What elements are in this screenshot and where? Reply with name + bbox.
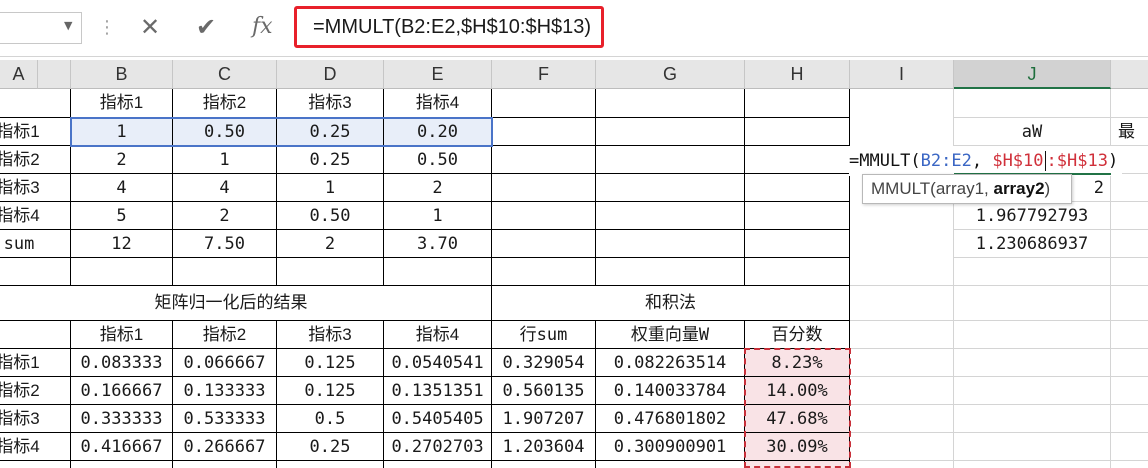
aw-value[interactable]: 1.230686937 [954, 230, 1110, 258]
table2-cell-percent[interactable]: 14.00% [745, 377, 849, 405]
edit-ref-h13[interactable]: :$H$13 [1047, 151, 1108, 171]
table1-cell[interactable]: 0.50 [277, 202, 383, 230]
table2-cell[interactable]: 0.266667 [173, 433, 276, 461]
table1-cell[interactable]: 2 [384, 174, 491, 202]
table1-cell[interactable]: 0.20 [384, 118, 491, 146]
table1-cell[interactable]: 2 [173, 202, 276, 230]
table2-cell[interactable]: 0.476801802 [596, 405, 744, 433]
table1-header[interactable]: 指标1 [71, 89, 172, 117]
aw-value[interactable]: 1.967792793 [954, 202, 1110, 230]
edit-close: ) [1107, 151, 1119, 171]
insert-function-icon[interactable]: fx [252, 12, 273, 42]
edit-sep: , [971, 151, 993, 171]
table2-cell[interactable]: 0.333333 [71, 405, 172, 433]
table2-header[interactable]: 行sum [492, 321, 595, 349]
section-title-sum-product[interactable]: 和积法 [492, 289, 849, 317]
tooltip-arg-bold[interactable]: array2 [993, 179, 1044, 198]
table2-cell[interactable]: 0.083333 [71, 349, 172, 377]
table1-cell[interactable]: 2 [71, 146, 172, 174]
table2-cell[interactable]: 0.066667 [173, 349, 276, 377]
table1-cell[interactable]: 1 [71, 118, 172, 146]
table2-cell[interactable]: 0.125 [277, 349, 383, 377]
table1-header[interactable]: 指标2 [173, 89, 276, 117]
table1-cell[interactable]: 1 [277, 174, 383, 202]
table2-cell[interactable]: 0.533333 [173, 405, 276, 433]
table2-cell[interactable]: 0.25 [277, 433, 383, 461]
table2-header[interactable]: 指标4 [384, 321, 491, 349]
table2-cell[interactable]: 0.166667 [71, 377, 172, 405]
table2-cell[interactable]: 0.5405405 [384, 405, 491, 433]
close-icon[interactable]: ✕ [140, 12, 160, 42]
edit-ref-b2-e2[interactable]: B2:E2 [921, 151, 972, 171]
table2-cell[interactable]: 0.140033784 [596, 377, 744, 405]
table2-cell[interactable]: 0.300900901 [596, 433, 744, 461]
aw-header[interactable]: aW [954, 118, 1110, 146]
table1-row-label[interactable]: sum [0, 230, 38, 258]
table2-row-label[interactable]: 指标2 [0, 377, 44, 405]
table2-cell[interactable]: 0.0540541 [384, 349, 491, 377]
table1-cell[interactable]: 4 [173, 174, 276, 202]
edit-formula-prefix: =MMULT( [849, 151, 921, 171]
table2-row-label[interactable]: 指标3 [0, 405, 44, 433]
table2-cell[interactable]: 0.082263514 [596, 349, 744, 377]
table1-cell[interactable]: 2 [277, 230, 383, 258]
table2-header[interactable]: 权重向量W [596, 321, 744, 349]
table2-row-label[interactable]: 指标1 [0, 349, 44, 377]
table2-cell[interactable]: 0.5 [277, 405, 383, 433]
table1-cell[interactable]: 3.70 [384, 230, 491, 258]
table2-cell[interactable]: 0.2702703 [384, 433, 491, 461]
table1-row-label[interactable]: 指标1 [0, 118, 44, 146]
table1-cell[interactable]: 0.25 [277, 118, 383, 146]
table2-header[interactable]: 百分数 [745, 321, 849, 349]
table2-header[interactable]: 指标3 [277, 321, 383, 349]
table2-cell[interactable]: 0.329054 [492, 349, 595, 377]
table2-cell[interactable]: 1.907207 [492, 405, 595, 433]
cell-edit-formula[interactable]: =MMULT(B2:E2, $H$10:$H$13) [849, 146, 1123, 176]
table1-cell[interactable]: 7.50 [173, 230, 276, 258]
name-box-dropdown-icon[interactable]: ▼ [64, 19, 72, 32]
table1-cell[interactable]: 1 [384, 202, 491, 230]
table2-header[interactable]: 指标2 [173, 321, 276, 349]
table2-row-label[interactable]: 指标4 [0, 433, 44, 461]
section-title-normalized[interactable]: 矩阵归一化后的结果 [71, 289, 391, 317]
table1-cell[interactable]: 12 [71, 230, 172, 258]
formula-input[interactable]: =MMULT(B2:E2,$H$10:$H$13) [294, 6, 604, 48]
table1-cell[interactable]: 0.25 [277, 146, 383, 174]
table1-header[interactable]: 指标4 [384, 89, 491, 117]
table2-cell[interactable]: 0.560135 [492, 377, 595, 405]
table1-header[interactable]: 指标3 [277, 89, 383, 117]
table1-cell[interactable]: 4 [71, 174, 172, 202]
table2-cell-percent[interactable]: 30.09% [745, 433, 849, 461]
tooltip-fn: MMULT(array1, [871, 179, 994, 198]
table2-cell[interactable]: 0.1351351 [384, 377, 491, 405]
formula-bar: ▼ ⋮ ✕ ✔ fx =MMULT(B2:E2,$H$10:$H$13) [0, 0, 1148, 57]
table2-cell[interactable]: 0.125 [277, 377, 383, 405]
k-header-partial[interactable]: 最 [1118, 118, 1148, 146]
table1-cell[interactable]: 0.50 [384, 146, 491, 174]
edit-ref-h10[interactable]: $H$10 [992, 151, 1043, 171]
tooltip-close: ) [1044, 179, 1051, 198]
table1-cell[interactable]: 0.50 [173, 118, 276, 146]
drag-handle-icon[interactable]: ⋮ [98, 13, 116, 43]
table1-cell[interactable]: 1 [173, 146, 276, 174]
table2-cell[interactable]: 1.203604 [492, 433, 595, 461]
text-caret [1044, 151, 1046, 171]
table2-cell[interactable]: 0.133333 [173, 377, 276, 405]
table2-cell-percent[interactable]: 47.68% [745, 405, 849, 433]
table1-row-label[interactable]: 指标2 [0, 146, 44, 174]
check-icon[interactable]: ✔ [196, 12, 216, 42]
table2-cell[interactable]: 0.416667 [71, 433, 172, 461]
table2-cell-percent[interactable]: 8.23% [745, 349, 849, 377]
table1-row-label[interactable]: 指标3 [0, 174, 44, 202]
function-tooltip[interactable]: MMULT(array1, array2) [862, 174, 1072, 204]
table2-header[interactable]: 指标1 [71, 321, 172, 349]
formula-input-area[interactable] [604, 12, 1148, 44]
table1-row-label[interactable]: 指标4 [0, 202, 44, 230]
table1-cell[interactable]: 5 [71, 202, 172, 230]
